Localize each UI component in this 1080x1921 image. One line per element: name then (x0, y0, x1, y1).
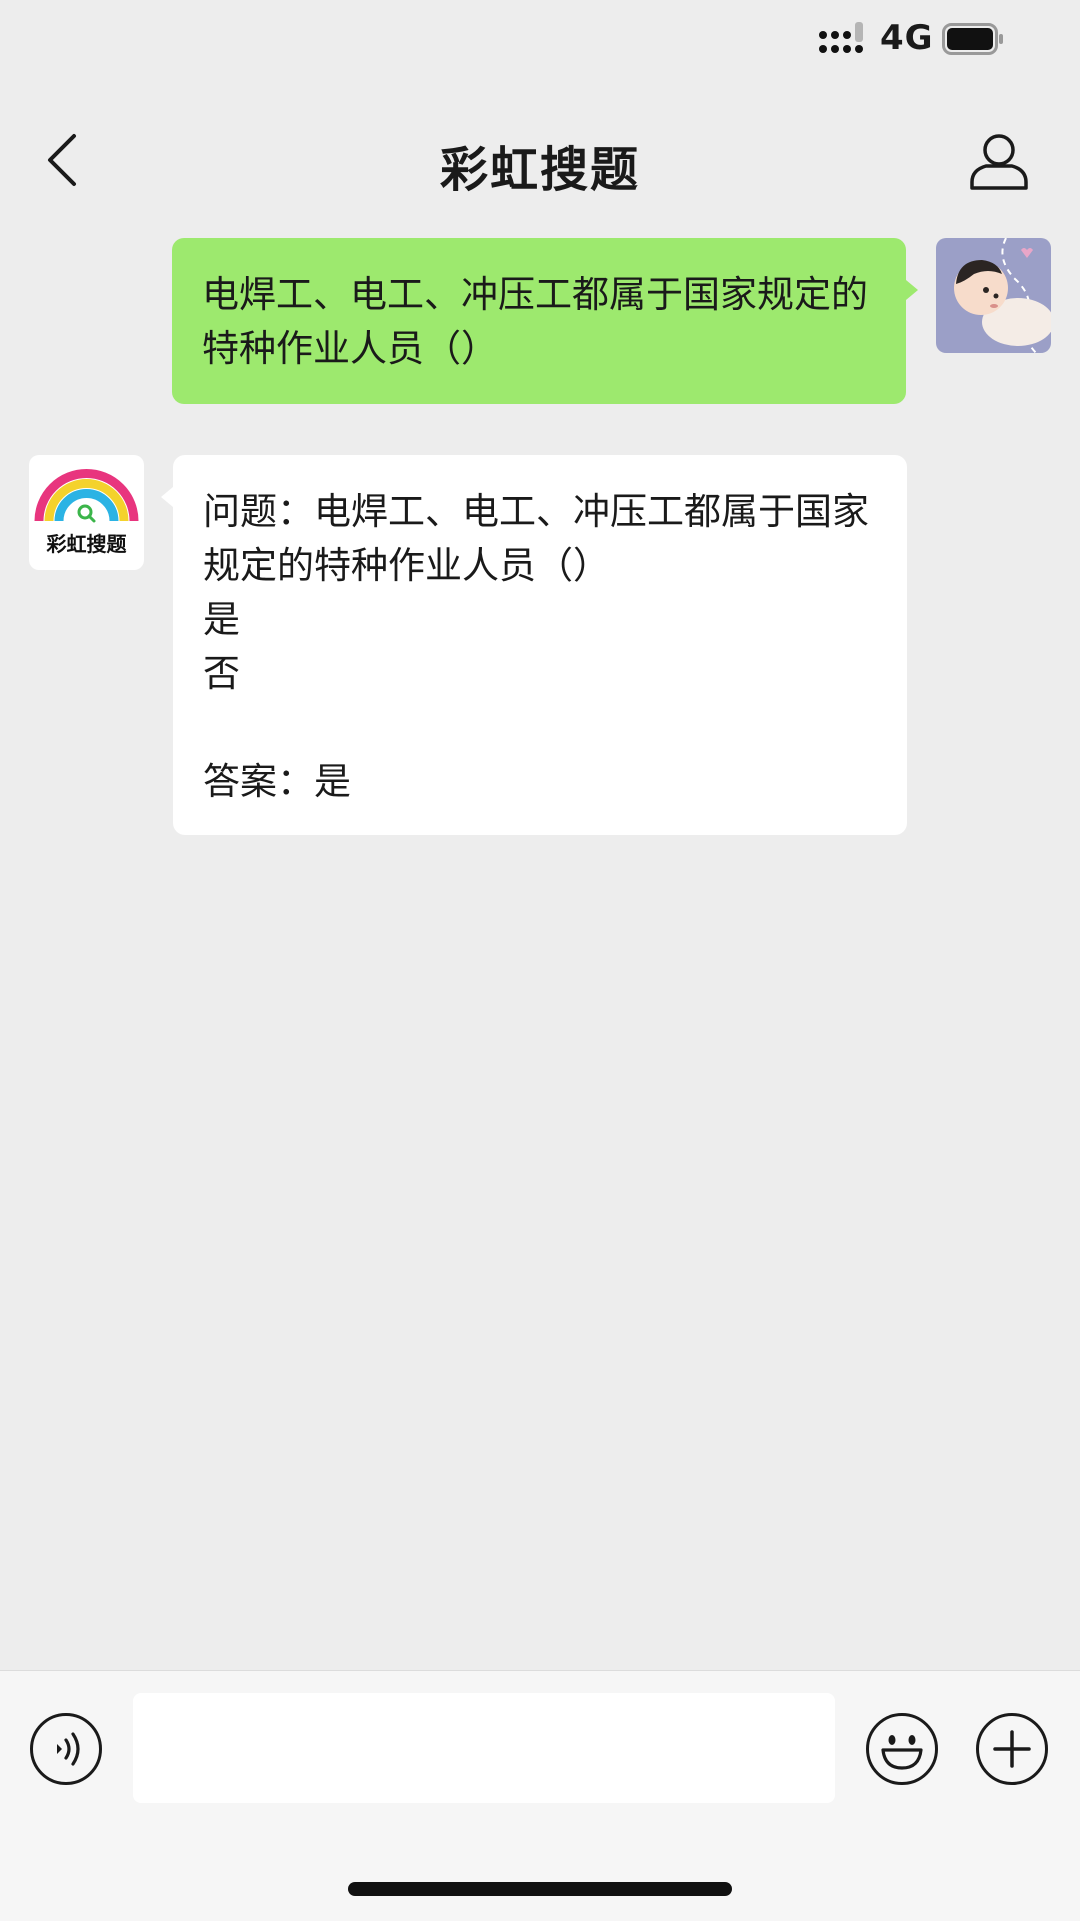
bot-avatar[interactable]: 彩虹搜题 (29, 455, 144, 570)
message-row-sent: 电焊工、电工、冲压工都属于国家规定的特种作业人员（） (0, 238, 1080, 406)
message-row-received: 彩虹搜题 问题：电焊工、电工、冲压工都属于国家规定的特种作业人员（） 是 否 答… (0, 455, 1080, 837)
bubble-tail (906, 280, 918, 300)
plus-button[interactable] (976, 1713, 1048, 1785)
user-avatar[interactable] (936, 238, 1051, 353)
emoji-icon (881, 1735, 923, 1770)
sent-message-bubble[interactable]: 电焊工、电工、冲压工都属于国家规定的特种作业人员（） (172, 238, 906, 404)
voice-button[interactable] (30, 1713, 102, 1785)
bubble-tail (161, 487, 173, 507)
signal-icon (819, 22, 863, 53)
plus-icon (993, 1730, 1031, 1768)
network-type: 4G (880, 18, 934, 58)
profile-button[interactable] (968, 130, 1030, 192)
battery-icon (942, 23, 1003, 55)
emoji-button[interactable] (866, 1713, 938, 1785)
voice-icon (57, 1732, 80, 1766)
bot-avatar-label: 彩虹搜题 (46, 532, 127, 556)
home-indicator (348, 1882, 732, 1896)
message-input[interactable] (133, 1693, 835, 1803)
received-message-bubble[interactable]: 问题：电焊工、电工、冲压工都属于国家规定的特种作业人员（） 是 否 答案：是 (173, 455, 907, 835)
person-icon (970, 134, 1028, 190)
navigation-bar: 彩虹搜题 (0, 100, 1080, 220)
baby-photo-avatar (936, 238, 1051, 353)
page-title: 彩虹搜题 (439, 142, 640, 198)
status-bar: 4G (0, 0, 1080, 80)
